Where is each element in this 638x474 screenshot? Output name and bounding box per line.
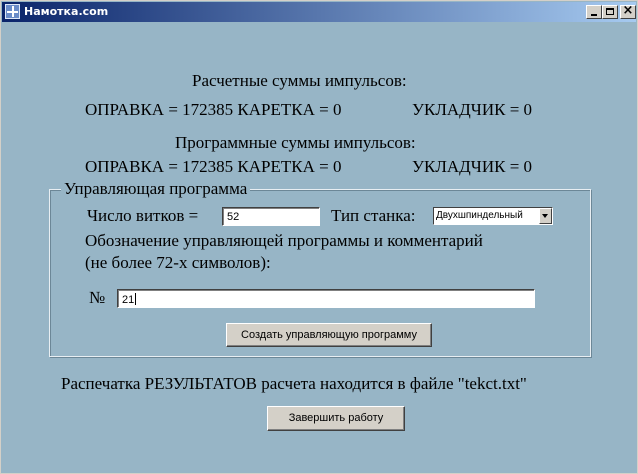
calculated-values: ОПРАВКА = 172385 КАРЕТКА = 0: [85, 100, 342, 119]
turns-label: Число витков =: [87, 206, 199, 225]
maximize-button[interactable]: [602, 5, 618, 19]
minimize-button[interactable]: [586, 5, 602, 19]
programmed-values: ОПРАВКА = 172385 КАРЕТКА = 0: [85, 157, 342, 176]
designation-label-line2: (не более 72-х символов):: [85, 253, 271, 272]
app-icon: [5, 4, 20, 19]
calculated-ukladchik: УКЛАДЧИК = 0: [412, 100, 533, 119]
close-button[interactable]: [620, 5, 636, 19]
programmed-heading: Программные суммы импульсов:: [175, 133, 416, 152]
machine-type-label: Тип станка:: [331, 206, 416, 225]
program-number-input[interactable]: 21: [117, 289, 535, 308]
title-bar[interactable]: Намотка.com: [2, 2, 636, 22]
number-label: №: [89, 288, 106, 307]
machine-type-value: Двухшпиндельный: [436, 210, 523, 221]
results-file-note: Распечатка РЕЗУЛЬТАТОВ расчета находится…: [61, 374, 527, 393]
designation-label-line1: Обозначение управляющей программы и комм…: [85, 231, 483, 250]
app-window: Намотка.com Расчетные суммы импульсов: О…: [0, 0, 638, 474]
calculated-heading: Расчетные суммы импульсов:: [192, 71, 407, 90]
machine-type-select[interactable]: Двухшпиндельный: [433, 207, 553, 225]
finish-button[interactable]: Завершить работу: [267, 406, 405, 431]
group-legend: Управляющая программа: [61, 179, 251, 199]
turns-input[interactable]: 52: [222, 207, 320, 226]
dropdown-arrow-icon[interactable]: [539, 208, 552, 224]
create-program-button[interactable]: Создать управляющую программу: [226, 323, 432, 347]
window-title: Намотка.com: [24, 5, 109, 18]
programmed-ukladchik: УКЛАДЧИК = 0: [412, 157, 533, 176]
